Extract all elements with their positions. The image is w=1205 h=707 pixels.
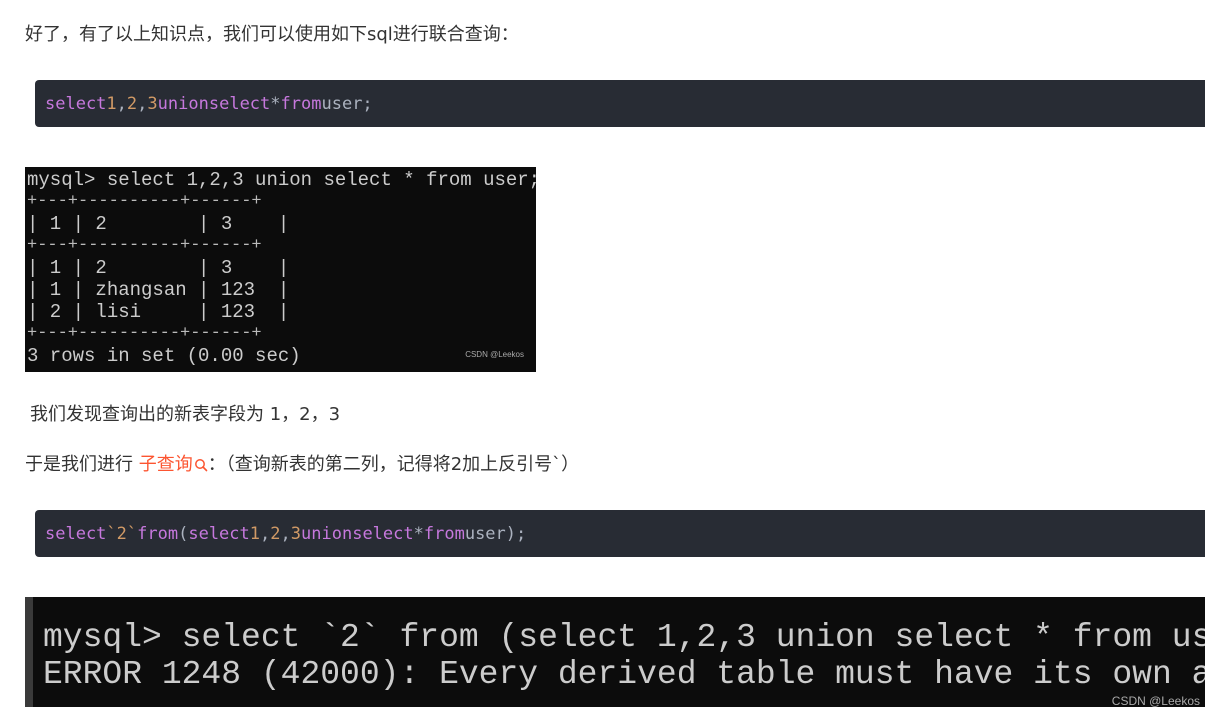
terminal-line: 3 rows in set (0.00 sec) — [27, 345, 301, 367]
code-identifier: user); — [464, 523, 527, 544]
intro-paragraph: 好了，有了以上知识点，我们可以使用如下sql进行联合查询： — [25, 24, 519, 45]
terminal-line: | 1 | zhangsan | 123 | — [27, 279, 290, 301]
code-operator: * — [270, 93, 281, 114]
code-keyword: union — [301, 523, 353, 544]
subquery-link[interactable]: 子查询 — [139, 454, 208, 475]
terminal-screenshot-union: mysql> select 1,2,3 union select * from … — [25, 167, 536, 372]
code-keyword: from — [280, 93, 322, 114]
terminal-line: mysql> select `2` from (select 1,2,3 uni… — [43, 619, 1205, 656]
terminal-screenshot-error: mysql> select `2` from (select 1,2,3 uni… — [25, 597, 1205, 707]
code-block-union[interactable]: select 1,2,3 union select * from user; — [35, 80, 1205, 127]
code-punct: , — [137, 93, 148, 114]
code-identifier: `2` — [106, 523, 138, 544]
subquery-prefix: 于是我们进行 — [25, 454, 139, 475]
subquery-paragraph: 于是我们进行 子查询 ：（查询新表的第二列，记得将2加上反引号`） — [25, 452, 579, 478]
code-keyword: from — [137, 523, 179, 544]
code-keyword: from — [423, 523, 465, 544]
code-identifier: user; — [321, 93, 373, 114]
code-number: 3 — [147, 93, 158, 114]
terminal-line: mysql> select 1,2,3 union select * from … — [27, 169, 536, 191]
terminal-line: | 1 | 2 | 3 | — [27, 213, 290, 235]
terminal-error-line: ERROR 1248 (42000): Every derived table … — [43, 656, 1205, 693]
code-number: 1 — [249, 523, 261, 544]
code-keyword: select — [352, 523, 414, 544]
terminal-line: +---+----------+------+ — [27, 236, 262, 255]
code-punct: , — [116, 93, 127, 114]
code-number: 2 — [126, 93, 138, 114]
code-keyword: select — [45, 523, 107, 544]
code-number: 1 — [106, 93, 117, 114]
found-fields-paragraph: 我们发现查询出的新表字段为 1，2，3 — [30, 404, 341, 425]
code-keyword: select — [188, 523, 250, 544]
code-operator: * — [413, 523, 424, 544]
code-keyword: union — [157, 93, 209, 114]
code-punct: , — [260, 523, 271, 544]
terminal-line: +---+----------+------+ — [27, 192, 262, 211]
watermark: CSDN @Leekos — [1111, 694, 1200, 707]
code-keyword: select — [45, 93, 107, 114]
terminal-line: +---+----------+------+ — [27, 324, 262, 343]
code-number: 3 — [290, 523, 302, 544]
code-number: 2 — [270, 523, 281, 544]
code-punct: , — [280, 523, 291, 544]
watermark: CSDN @Leekos — [465, 350, 524, 359]
terminal-line: | 2 | lisi | 123 | — [27, 301, 290, 323]
code-punct: ( — [178, 523, 189, 544]
subquery-suffix: ：（查询新表的第二列，记得将2加上反引号`） — [207, 454, 580, 475]
subquery-link-label: 子查询 — [138, 454, 193, 475]
code-keyword: select — [208, 93, 271, 114]
terminal-line: | 1 | 2 | 3 | — [27, 257, 290, 279]
code-block-subquery[interactable]: select `2` from (select 1,2,3 union sele… — [35, 510, 1205, 557]
search-icon — [194, 459, 208, 472]
